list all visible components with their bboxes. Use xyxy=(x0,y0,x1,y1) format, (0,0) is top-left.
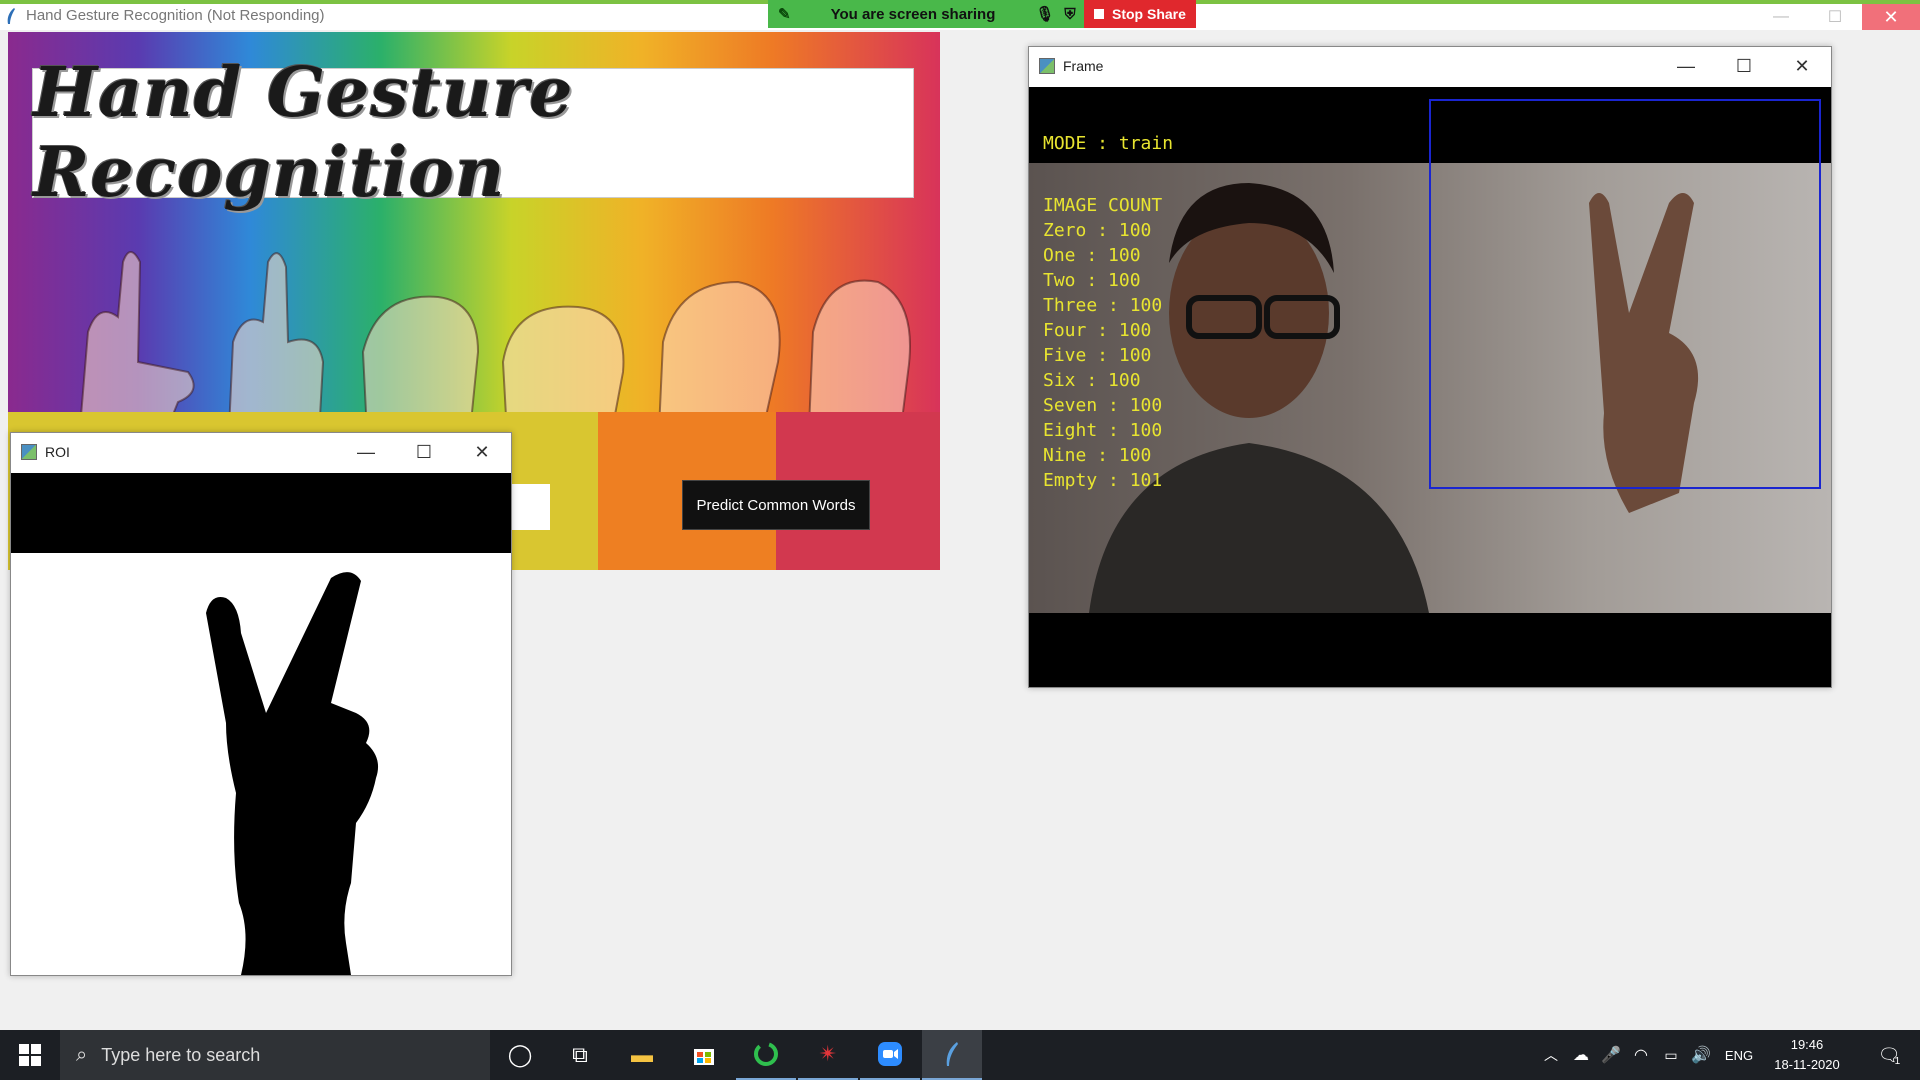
roi-window: ROI — ☐ ✕ xyxy=(10,432,512,976)
roi-maximize-button[interactable]: ☐ xyxy=(395,433,453,471)
image-count-header: IMAGE COUNT xyxy=(1043,195,1163,216)
roi-close-button[interactable]: ✕ xyxy=(453,433,511,471)
count-five: Five : 100 xyxy=(1043,345,1152,366)
zoom-icon[interactable] xyxy=(860,1030,920,1080)
mute-icon[interactable]: 🎙 xyxy=(1035,5,1054,23)
file-explorer-icon[interactable]: ▬ xyxy=(612,1030,672,1080)
roi-titlebar[interactable]: ROI — ☐ ✕ xyxy=(11,433,511,471)
count-two: Two : 100 xyxy=(1043,270,1141,291)
language-label: ENG xyxy=(1724,1047,1754,1063)
frame-titlebar[interactable]: Frame — ☐ ✕ xyxy=(1029,47,1831,85)
language-indicator[interactable]: ENG xyxy=(1716,1030,1762,1080)
search-placeholder: Type here to search xyxy=(101,1044,261,1065)
notification-center-icon[interactable]: 🗨 1 xyxy=(1864,1030,1914,1080)
windows-start-icon[interactable] xyxy=(0,1030,60,1080)
count-seven: Seven : 100 xyxy=(1043,395,1163,416)
search-icon: ⌕ xyxy=(76,1043,88,1066)
count-nine: Nine : 100 xyxy=(1043,445,1152,466)
banner-title: Hand Gesture Recognition xyxy=(33,53,574,213)
predict-common-words-button[interactable]: Predict Common Words xyxy=(682,480,870,530)
camera-feed: MODE : train IMAGE COUNT Zero : 100 One … xyxy=(1029,87,1831,687)
store-icon[interactable] xyxy=(674,1030,734,1080)
app-maximize-button[interactable]: ☐ xyxy=(1812,4,1858,30)
count-three: Three : 100 xyxy=(1043,295,1163,316)
feather-icon xyxy=(7,8,15,24)
app-close-button[interactable]: ✕ xyxy=(1862,4,1920,30)
stop-icon xyxy=(1094,9,1104,19)
pen-icon: ✎ xyxy=(778,6,791,23)
mode-label: MODE : train xyxy=(1043,133,1174,154)
text-field[interactable] xyxy=(508,484,550,530)
stop-share-label: Stop Share xyxy=(1112,6,1186,22)
screen-share-status: You are screen sharing xyxy=(830,5,996,23)
frame-maximize-button[interactable]: ☐ xyxy=(1715,47,1773,85)
cortana-icon[interactable]: ◯ xyxy=(490,1030,550,1080)
count-one: One : 100 xyxy=(1043,245,1141,266)
frame-window: Frame — ☐ ✕ MODE : train IMAGE COUNT Zer… xyxy=(1028,46,1832,688)
browser-icon[interactable] xyxy=(736,1030,796,1080)
clock-date: 18-11-2020 xyxy=(1774,1057,1840,1072)
screen-share-bar: ✎ You are screen sharing 🎙 ⛨ xyxy=(768,0,1084,28)
stop-share-button[interactable]: Stop Share xyxy=(1084,0,1196,28)
shield-icon: ⛨ xyxy=(1064,5,1076,23)
frame-window-title: Frame xyxy=(1063,58,1104,74)
roi-threshold-image xyxy=(11,553,511,975)
battery-icon[interactable]: ▭ xyxy=(1658,1030,1684,1080)
taskbar: ⌕ Type here to search ◯ ⧉ ▬ ✴ ︿ ☁ 🎤 ◠ ▭ … xyxy=(0,1030,1920,1080)
count-eight: Eight : 100 xyxy=(1043,420,1163,441)
training-overlay: MODE : train IMAGE COUNT Zero : 100 One … xyxy=(1043,131,1173,493)
count-four: Four : 100 xyxy=(1043,320,1152,341)
chevron-up-icon[interactable]: ︿ xyxy=(1538,1030,1564,1080)
volume-icon[interactable]: 🔊 xyxy=(1688,1030,1714,1080)
clock-time: 19:46 xyxy=(1790,1037,1824,1052)
clock[interactable]: 19:46 18-11-2020 xyxy=(1762,1034,1852,1076)
count-zero: Zero : 100 xyxy=(1043,220,1152,241)
python-feather-icon[interactable] xyxy=(922,1030,982,1080)
opencv-window-icon xyxy=(21,444,37,460)
cloud-icon[interactable]: ☁ xyxy=(1568,1030,1594,1080)
app-minimize-button[interactable]: — xyxy=(1758,4,1804,30)
network-tool-icon[interactable]: ✴ xyxy=(798,1030,858,1080)
roi-black-band xyxy=(11,473,511,553)
wifi-icon[interactable]: ◠ xyxy=(1628,1030,1654,1080)
opencv-window-icon xyxy=(1039,58,1055,74)
roi-minimize-button[interactable]: — xyxy=(337,433,395,471)
banner-title-box: Hand Gesture Recognition xyxy=(32,53,914,213)
microphone-icon[interactable]: 🎤 xyxy=(1598,1030,1624,1080)
frame-close-button[interactable]: ✕ xyxy=(1773,47,1831,85)
roi-window-title: ROI xyxy=(45,444,70,460)
task-view-icon[interactable]: ⧉ xyxy=(550,1030,610,1080)
frame-minimize-button[interactable]: — xyxy=(1657,47,1715,85)
count-empty: Empty : 101 xyxy=(1043,470,1163,491)
count-six: Six : 100 xyxy=(1043,370,1141,391)
taskbar-search-box[interactable]: ⌕ Type here to search xyxy=(60,1030,490,1080)
app-window-title: Hand Gesture Recognition (Not Responding… xyxy=(26,7,325,24)
roi-bounding-box xyxy=(1429,99,1821,489)
notification-count: 1 xyxy=(1894,1055,1901,1067)
